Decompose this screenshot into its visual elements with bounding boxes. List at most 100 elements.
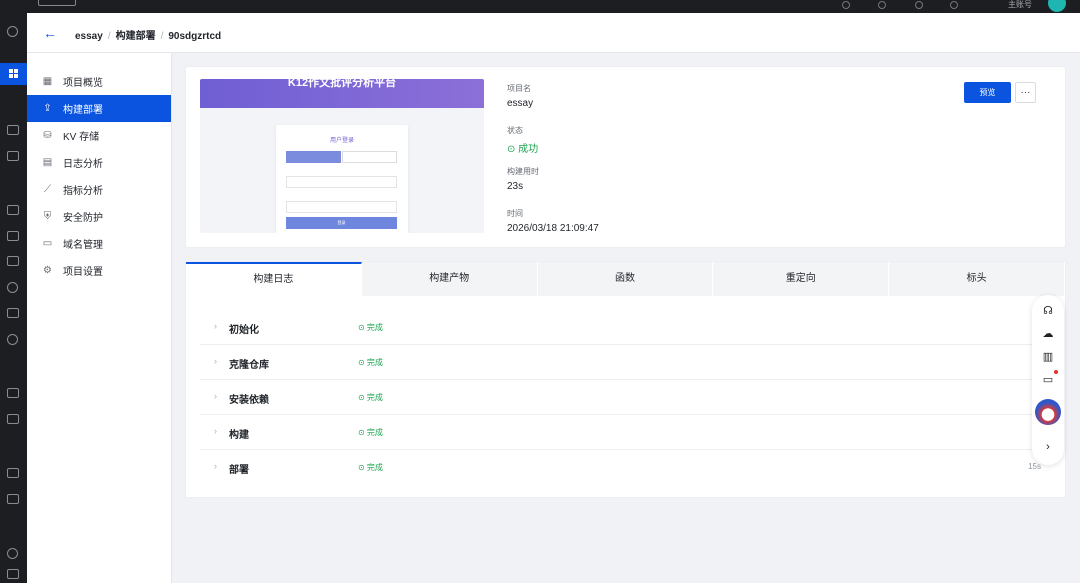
help-icon[interactable] bbox=[842, 1, 850, 9]
deploy-icon: ⇪ bbox=[43, 103, 52, 114]
menu-icon[interactable] bbox=[7, 569, 19, 579]
status-badge: ⊙ 成功 bbox=[507, 144, 539, 155]
sidebar-item-label: 域名管理 bbox=[63, 240, 103, 251]
sidebar-item-kv[interactable]: ⛁ KV 存储 bbox=[27, 122, 171, 149]
build-details-panel: 构建日志 构建产物 函数 重定向 标头 › 初始化 ⊙ 完成 2 › 克隆仓库 … bbox=[186, 262, 1065, 497]
chevron-right-icon: › bbox=[214, 356, 217, 366]
download-icon[interactable] bbox=[7, 231, 19, 241]
build-time-field: 构建用时 23s bbox=[507, 166, 539, 192]
notification-icon[interactable] bbox=[878, 1, 886, 9]
chevron-right-icon[interactable]: › bbox=[1042, 441, 1054, 453]
log-icon: ▤ bbox=[42, 157, 53, 168]
chevron-right-icon: › bbox=[214, 321, 217, 331]
step-name: 初始化 bbox=[229, 325, 259, 336]
chart-icon: ⟋ bbox=[44, 184, 51, 195]
deployment-summary-card: K12作文批评分析平台 用户登录 登录 项目名 essay 状态 ⊙ 成功 构建… bbox=[186, 67, 1065, 247]
app-logo[interactable] bbox=[38, 0, 76, 6]
breadcrumb-bar: ← essay / 构建部署 / 90sdgzrtcd bbox=[27, 13, 1080, 53]
floating-help-toolbar: ☊ ☁ ▥ ▭ › bbox=[1032, 295, 1064, 465]
step-status: ⊙ 完成 bbox=[358, 323, 383, 332]
security-icon[interactable] bbox=[7, 151, 19, 161]
more-options-button[interactable]: ··· bbox=[1015, 82, 1036, 103]
preview-login-button: 登录 bbox=[286, 217, 397, 229]
sidebar-item-security[interactable]: ⛨ 安全防护 bbox=[27, 203, 171, 230]
preview-button[interactable]: 预览 bbox=[964, 82, 1011, 103]
notification-dot bbox=[1054, 370, 1058, 374]
chevron-right-icon: › bbox=[214, 426, 217, 436]
cloud-icon[interactable]: ☁ bbox=[1042, 328, 1054, 340]
shield-nav-icon[interactable] bbox=[7, 26, 18, 37]
sidebar-item-label: 构建部署 bbox=[63, 105, 103, 116]
time-value: 2026/03/18 21:09:47 bbox=[507, 223, 599, 234]
build-step-row[interactable]: › 部署 ⊙ 完成 15s bbox=[200, 450, 1051, 485]
files-icon[interactable] bbox=[7, 388, 19, 398]
step-name: 构建 bbox=[229, 430, 249, 441]
history-icon[interactable] bbox=[7, 548, 18, 559]
search-icon[interactable] bbox=[7, 334, 18, 345]
step-status: ⊙ 完成 bbox=[358, 463, 383, 472]
preview-banner-title: K12作文批评分析平台 bbox=[287, 79, 397, 89]
tab-redirects[interactable]: 重定向 bbox=[713, 262, 890, 296]
list-icon[interactable] bbox=[7, 256, 19, 266]
sidebar-item-overview[interactable]: ▦ 项目概览 bbox=[27, 68, 171, 95]
tab-build-log[interactable]: 构建日志 bbox=[186, 262, 362, 296]
step-name: 部署 bbox=[229, 465, 249, 476]
overview-icon: ▦ bbox=[42, 76, 53, 87]
build-time-value: 23s bbox=[507, 181, 524, 192]
sidebar-item-deploy[interactable]: ⇪ 构建部署 bbox=[27, 95, 171, 122]
compass-icon[interactable] bbox=[7, 282, 18, 293]
apps-grid-icon[interactable] bbox=[0, 63, 27, 85]
sidebar-item-logs[interactable]: ▤ 日志分析 bbox=[27, 149, 171, 176]
settings-icon: ⚙ bbox=[43, 265, 52, 276]
back-arrow-icon[interactable]: ← bbox=[43, 25, 57, 41]
sidebar-item-settings[interactable]: ⚙ 项目设置 bbox=[27, 257, 171, 284]
tab-headers[interactable]: 标头 bbox=[889, 262, 1065, 296]
edit-icon[interactable] bbox=[7, 414, 19, 424]
monitor-icon[interactable] bbox=[7, 125, 19, 135]
breadcrumb-separator: / bbox=[160, 31, 164, 42]
preview-banner: K12作文批评分析平台 bbox=[200, 79, 484, 108]
breadcrumb-separator: / bbox=[107, 31, 111, 42]
step-name: 安装依赖 bbox=[229, 395, 269, 406]
site-preview-thumbnail[interactable]: K12作文批评分析平台 用户登录 登录 bbox=[200, 79, 484, 233]
book-icon[interactable]: ▥ bbox=[1042, 351, 1054, 363]
sidebar-item-label: 安全防护 bbox=[63, 213, 103, 224]
build-steps-list: › 初始化 ⊙ 完成 2 › 克隆仓库 ⊙ 完成 2 › 安装依赖 ⊙ 完成 8… bbox=[186, 310, 1065, 485]
time-field: 时间 2026/03/18 21:09:47 bbox=[507, 208, 599, 234]
sidebar-item-domains[interactable]: ▭ 域名管理 bbox=[27, 230, 171, 257]
project-name-label: 项目名 bbox=[507, 84, 531, 93]
step-name: 克隆仓库 bbox=[229, 360, 269, 371]
message-icon[interactable] bbox=[915, 1, 923, 9]
sidebar-item-metrics[interactable]: ⟋ 指标分析 bbox=[27, 176, 171, 203]
global-nav-rail bbox=[0, 13, 27, 583]
chevron-right-icon: › bbox=[214, 391, 217, 401]
domain-icon: ▭ bbox=[42, 238, 53, 249]
breadcrumb-current: 90sdgzrtcd bbox=[168, 31, 222, 42]
tab-bar: 构建日志 构建产物 函数 重定向 标头 bbox=[186, 262, 1065, 296]
avatar[interactable] bbox=[1048, 0, 1066, 12]
chevron-right-icon: › bbox=[214, 461, 217, 471]
status-label: 状态 bbox=[507, 126, 523, 135]
breadcrumb-section[interactable]: 构建部署 bbox=[116, 31, 156, 42]
tab-build-artifacts[interactable]: 构建产物 bbox=[362, 262, 538, 296]
shield-icon: ⛨ bbox=[43, 211, 52, 222]
feedback-icon[interactable]: ▭ bbox=[1042, 374, 1054, 386]
headset-icon[interactable]: ☊ bbox=[1042, 305, 1054, 317]
build-step-row[interactable]: › 初始化 ⊙ 完成 2 bbox=[200, 310, 1051, 345]
screen-icon[interactable] bbox=[7, 205, 19, 215]
user-name[interactable]: 主账号 bbox=[1008, 0, 1032, 9]
step-status: ⊙ 完成 bbox=[358, 428, 383, 437]
document-icon[interactable] bbox=[7, 308, 19, 318]
settings-icon[interactable] bbox=[950, 1, 958, 9]
sidebar-item-label: 项目设置 bbox=[63, 267, 103, 278]
build-step-row[interactable]: › 克隆仓库 ⊙ 完成 2 bbox=[200, 345, 1051, 380]
build-step-row[interactable]: › 安装依赖 ⊙ 完成 8s bbox=[200, 380, 1051, 415]
step-duration: 15s bbox=[1028, 462, 1041, 471]
breadcrumb-project[interactable]: essay bbox=[75, 31, 103, 42]
status-field: 状态 ⊙ 成功 bbox=[507, 125, 538, 155]
assistant-mascot-icon[interactable] bbox=[1035, 399, 1061, 425]
tab-functions[interactable]: 函数 bbox=[538, 262, 714, 296]
build-step-row[interactable]: › 构建 ⊙ 完成 7s bbox=[200, 415, 1051, 450]
image-icon[interactable] bbox=[7, 494, 19, 504]
chat-icon[interactable] bbox=[7, 468, 19, 478]
